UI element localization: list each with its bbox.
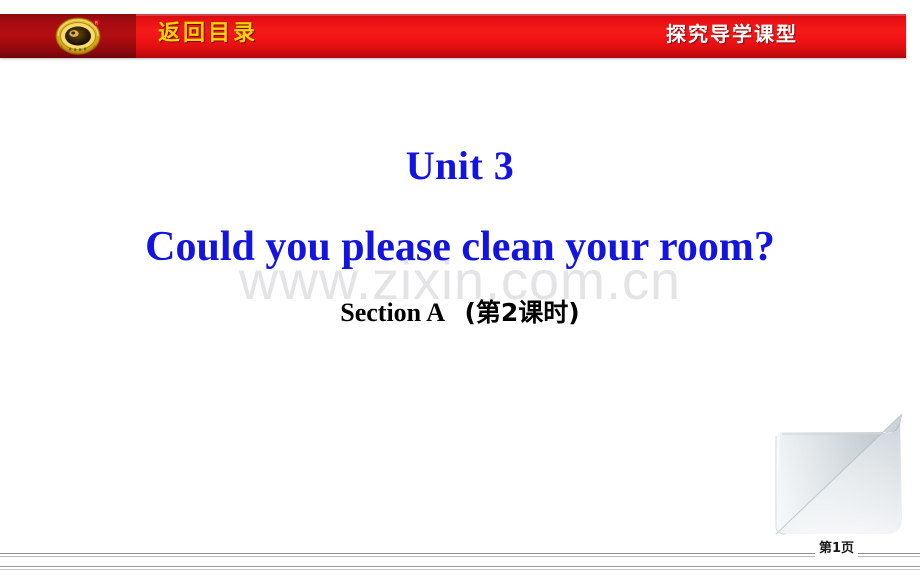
section-subtitle-en: Section A [340, 298, 445, 327]
footer-divider-top [0, 553, 920, 554]
unit-title: Unit 3 [405, 143, 515, 188]
return-to-contents-button[interactable]: 返回目录 [158, 18, 258, 50]
footer-divider-bottom [0, 566, 920, 567]
svg-text:R: R [95, 21, 98, 26]
section-subtitle-cn: (第2课时) [464, 298, 580, 327]
slide-title-block: Unit 3 Could you please clean your room?… [0, 140, 920, 330]
footer-divider-bottom-secondary [0, 569, 920, 570]
footer-divider-top-secondary [0, 556, 920, 557]
slide-canvas: R 返回目录 探究导学课型 www.zixin.com.cn Unit 3 Co… [0, 0, 920, 575]
folded-page-corner-icon [770, 414, 906, 539]
section-subtitle: Section A (第2课时) [0, 296, 920, 330]
course-type-label: 探究导学课型 [666, 22, 798, 46]
lesson-title: Could you please clean your room? [145, 224, 775, 270]
circular-gold-emblem-logo-icon: R [55, 17, 101, 55]
page-number-label: 第1页 [814, 541, 858, 557]
